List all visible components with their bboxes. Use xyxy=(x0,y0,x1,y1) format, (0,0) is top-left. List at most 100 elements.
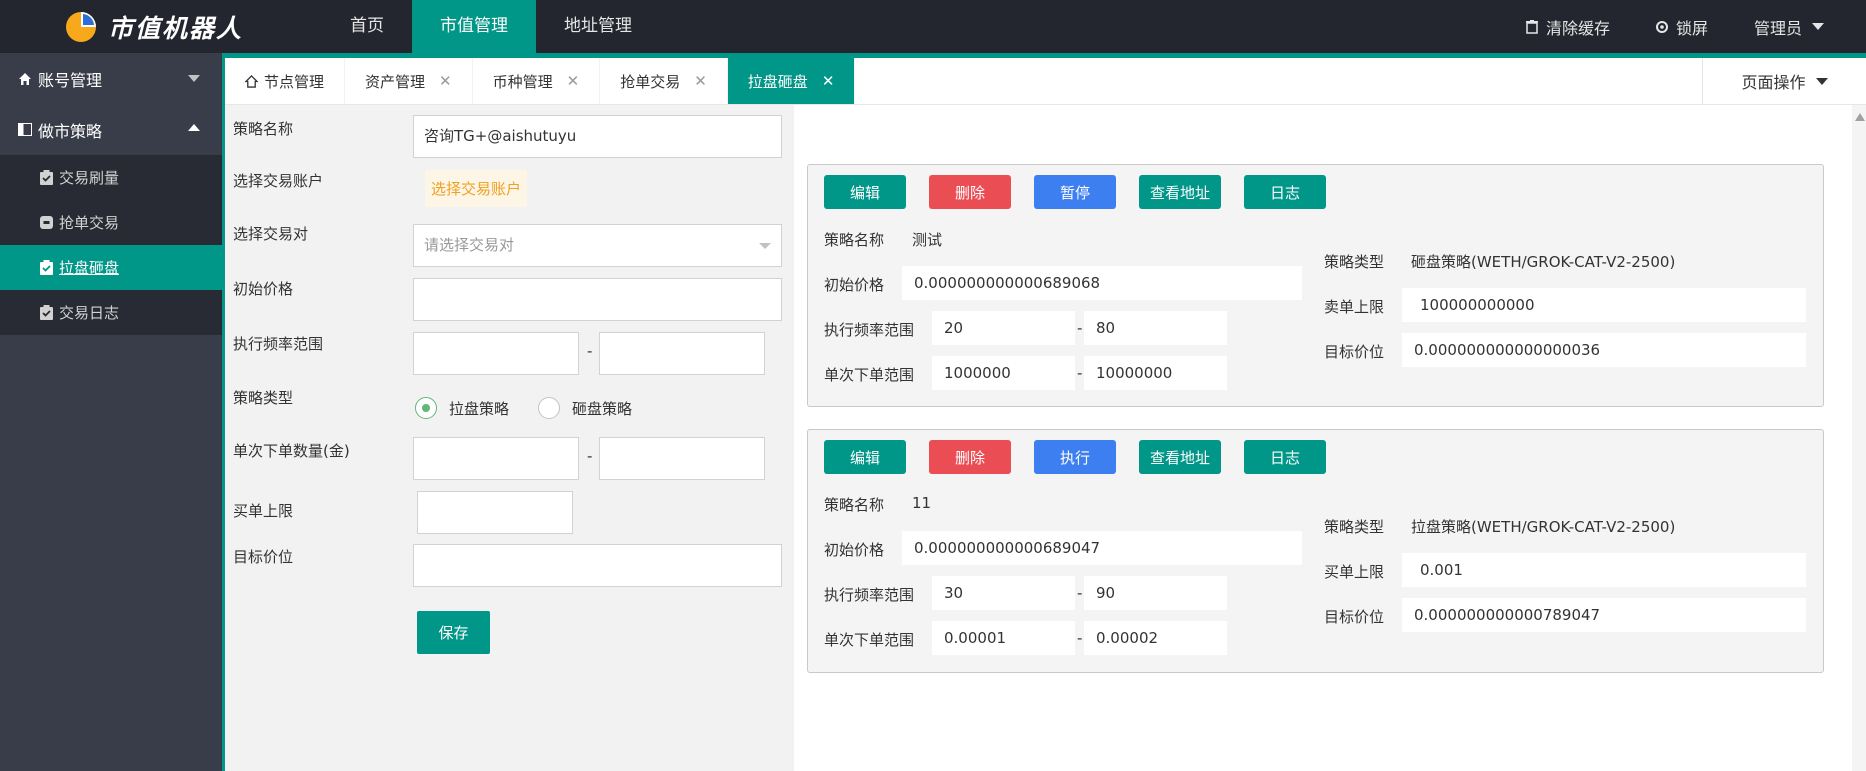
sidebar-group-account[interactable]: 账号管理 xyxy=(0,53,222,104)
card-amount-max: 10000000 xyxy=(1084,356,1227,390)
view-address-button[interactable]: 查看地址 xyxy=(1139,440,1221,474)
tab-coin-management[interactable]: 币种管理 ✕ xyxy=(473,58,601,104)
log-button[interactable]: 日志 xyxy=(1244,440,1326,474)
initial-price-input[interactable] xyxy=(413,278,782,321)
amount-max-input[interactable] xyxy=(599,437,765,480)
target-price-label: 目标价位 xyxy=(233,548,294,566)
strategy-card: 编辑 删除 暂停 查看地址 日志 策略名称 测试 初始价格 0.00000000… xyxy=(807,164,1824,407)
sidebar-item-label: 交易日志 xyxy=(59,304,120,322)
frequency-range-label: 执行频率范围 xyxy=(233,335,324,353)
logo[interactable]: 市值机器人 xyxy=(64,9,243,45)
clipboard-check-icon xyxy=(40,260,53,275)
sidebar-item-volume[interactable]: 交易刷量 xyxy=(0,155,222,200)
admin-menu[interactable]: 管理员 xyxy=(1754,15,1824,39)
radio-pump-strategy[interactable]: 拉盘策略 xyxy=(415,397,509,419)
select-trade-account-button[interactable]: 选择交易账户 xyxy=(425,170,528,207)
card-type-value: 砸盘策略(WETH/GROK-CAT-V2-2500) xyxy=(1411,253,1676,271)
trade-pair-label: 选择交易对 xyxy=(233,225,309,243)
card-amount-label: 单次下单范围 xyxy=(824,631,915,649)
order-amount-label: 单次下单数量(金) xyxy=(233,442,350,460)
card-limit-label: 卖单上限 xyxy=(1324,298,1385,316)
top-nav: 首页 市值管理 地址管理 xyxy=(322,0,660,58)
trade-pair-select[interactable]: 请选择交易对 xyxy=(413,224,782,267)
card-init-price-value: 0.000000000000689068 xyxy=(902,266,1302,300)
card-amount-max: 0.00002 xyxy=(1084,621,1227,655)
vertical-scrollbar[interactable] xyxy=(1852,105,1866,771)
clipboard-check-icon xyxy=(40,305,53,320)
nav-address[interactable]: 地址管理 xyxy=(536,0,660,58)
tab-snipe-trade[interactable]: 抢单交易 ✕ xyxy=(600,58,728,104)
range-dash: - xyxy=(1077,319,1083,337)
delete-button[interactable]: 删除 xyxy=(929,440,1011,474)
frequency-max-input[interactable] xyxy=(599,332,765,375)
page-operations-dropdown[interactable]: 页面操作 xyxy=(1702,58,1866,104)
trash-icon xyxy=(1525,19,1538,34)
tab-pump-dump[interactable]: 拉盘砸盘 ✕ xyxy=(727,58,856,104)
chevron-down-icon xyxy=(1815,77,1828,85)
sidebar-item-label: 抢单交易 xyxy=(59,214,120,232)
radio-circle xyxy=(538,397,560,419)
strategy-name-input[interactable]: 咨询TG+@aishutuyu xyxy=(413,115,782,158)
edit-button[interactable]: 编辑 xyxy=(824,175,906,209)
scroll-up-arrow-icon[interactable] xyxy=(1855,113,1865,121)
clear-cache-button[interactable]: 清除缓存 xyxy=(1525,15,1610,39)
target-price-input[interactable] xyxy=(413,544,782,587)
card-type-label: 策略类型 xyxy=(1324,518,1385,536)
close-icon[interactable]: ✕ xyxy=(822,72,835,90)
card-target-value: 0.000000000000789047 xyxy=(1402,598,1806,632)
range-dash: - xyxy=(1077,629,1083,647)
card-type-value: 拉盘策略(WETH/GROK-CAT-V2-2500) xyxy=(1411,518,1676,536)
chevron-down-icon xyxy=(759,243,771,249)
sidebar-submenu: 交易刷量 抢单交易 拉盘砸盘 交易日志 xyxy=(0,155,222,335)
sidebar-item-snipe[interactable]: 抢单交易 xyxy=(0,200,222,245)
lock-screen-button[interactable]: 锁屏 xyxy=(1655,15,1708,39)
card-target-label: 目标价位 xyxy=(1324,608,1385,626)
card-target-value: 0.000000000000000036 xyxy=(1402,333,1806,367)
card-name-value: 测试 xyxy=(912,231,943,249)
close-icon[interactable]: ✕ xyxy=(567,72,580,90)
card-target-label: 目标价位 xyxy=(1324,343,1385,361)
square-circle-icon xyxy=(40,216,53,229)
nav-market-cap[interactable]: 市值管理 xyxy=(412,0,536,58)
amount-min-input[interactable] xyxy=(413,437,579,480)
view-address-button[interactable]: 查看地址 xyxy=(1139,175,1221,209)
card-amount-label: 单次下单范围 xyxy=(824,366,915,384)
log-button[interactable]: 日志 xyxy=(1244,175,1326,209)
close-icon[interactable]: ✕ xyxy=(694,72,707,90)
frequency-min-input[interactable] xyxy=(413,332,579,375)
home-icon xyxy=(245,74,258,88)
save-button[interactable]: 保存 xyxy=(417,611,490,654)
card-freq-min: 20 xyxy=(932,311,1075,345)
radio-label: 砸盘策略 xyxy=(572,399,633,418)
header-actions: 清除缓存 锁屏 管理员 xyxy=(1480,0,1824,53)
card-freq-label: 执行频率范围 xyxy=(824,586,915,604)
sidebar-item-trade-log[interactable]: 交易日志 xyxy=(0,290,222,335)
execute-button[interactable]: 执行 xyxy=(1034,440,1116,474)
tab-node-management[interactable]: 节点管理 xyxy=(225,58,346,104)
card-limit-label: 买单上限 xyxy=(1324,563,1385,581)
delete-button[interactable]: 删除 xyxy=(929,175,1011,209)
tab-label: 资产管理 xyxy=(365,72,426,91)
tab-asset-management[interactable]: 资产管理 ✕ xyxy=(345,58,473,104)
sidebar-item-label: 交易刷量 xyxy=(59,169,120,187)
pie-chart-icon xyxy=(66,12,96,42)
chevron-down-icon xyxy=(1812,23,1824,30)
radio-dump-strategy[interactable]: 砸盘策略 xyxy=(538,397,632,419)
buy-limit-input[interactable] xyxy=(417,491,573,534)
card-init-price-value: 0.000000000000689047 xyxy=(902,531,1302,565)
sidebar-group-strategy[interactable]: 做市策略 xyxy=(0,104,222,155)
strategy-name-label: 策略名称 xyxy=(233,120,294,138)
top-header: 市值机器人 首页 市值管理 地址管理 清除缓存 锁屏 管理员 xyxy=(0,0,1866,58)
sidebar-group-label: 做市策略 xyxy=(38,121,103,141)
close-icon[interactable]: ✕ xyxy=(439,72,452,90)
clear-cache-label: 清除缓存 xyxy=(1545,18,1610,38)
edit-button[interactable]: 编辑 xyxy=(824,440,906,474)
pause-button[interactable]: 暂停 xyxy=(1034,175,1116,209)
tab-label: 节点管理 xyxy=(264,72,325,91)
strategy-card: 编辑 删除 执行 查看地址 日志 策略名称 11 初始价格 0.00000000… xyxy=(807,429,1824,673)
nav-home[interactable]: 首页 xyxy=(322,0,412,58)
trade-pair-placeholder: 请选择交易对 xyxy=(424,236,515,254)
card-freq-min: 30 xyxy=(932,576,1075,610)
sidebar-item-pump-dump[interactable]: 拉盘砸盘 xyxy=(0,245,222,290)
sidebar-item-label: 拉盘砸盘 xyxy=(59,259,120,277)
